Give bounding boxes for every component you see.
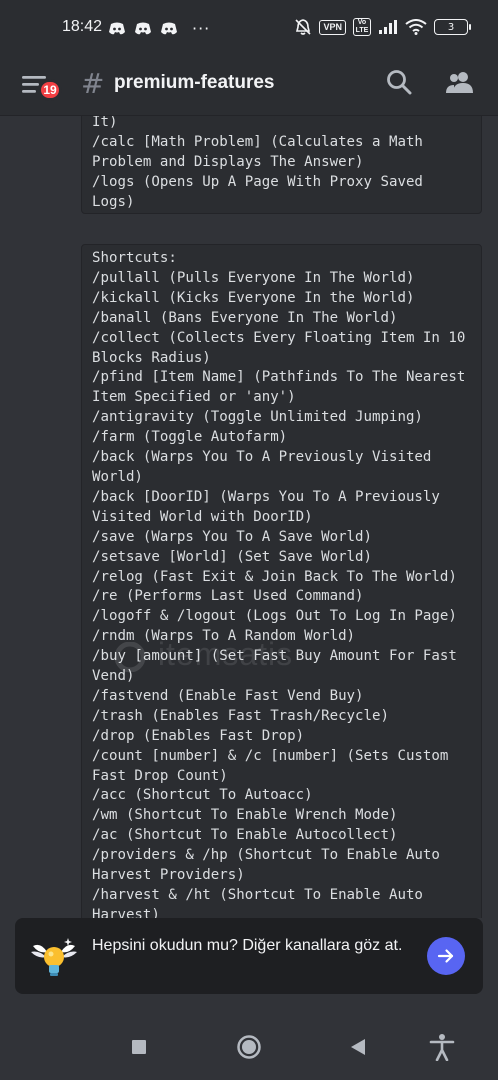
channel-title[interactable]: premium-features (114, 72, 275, 94)
code-line: /relog (Fast Exit & Join Back To The Wor… (92, 568, 457, 585)
code-line: /providers & /hp (Shortcut To Enable Aut… (92, 847, 440, 864)
discord-notification-icon (161, 22, 177, 34)
code-line: /kickall (Kicks Everyone In the World) (92, 289, 415, 306)
status-time: 18:42 (62, 18, 103, 35)
code-line: /re (Performs Last Used Command) (92, 588, 364, 605)
code-line: /banall (Bans Everyone In The World) (92, 309, 398, 326)
volte-icon: Vo LTE (353, 18, 371, 36)
home-button[interactable] (234, 1032, 264, 1062)
next-channel-button[interactable] (427, 937, 465, 975)
discord-notification-icon (135, 22, 151, 34)
channel-hash-icon: # (81, 67, 105, 100)
accessibility-icon (429, 1034, 455, 1061)
code-line: /antigravity (Toggle Unlimited Jumping) (92, 409, 423, 426)
code-line: /fastvend (Enable Fast Vend Buy) (92, 687, 364, 704)
code-line: /calc [Math Problem] (Calculates a Math (92, 133, 423, 150)
code-line: Blocks Radius) (92, 349, 211, 366)
arrow-right-icon (437, 949, 454, 963)
code-line: /farm (Toggle Autofarm) (92, 429, 288, 446)
status-right-icons: VPN Vo LTE 3 (294, 18, 471, 36)
square-icon (132, 1040, 146, 1054)
banner-message: Hepsini okudun mu? Diğer kanallara göz a… (92, 937, 403, 954)
recents-button[interactable] (124, 1032, 154, 1062)
code-block: It) /calc [Math Problem] (Calculates a M… (81, 116, 482, 214)
code-line: /logs (Opens Up A Page With Proxy Saved (92, 173, 423, 190)
code-line: /count [number] & /c [number] (Sets Cust… (92, 747, 449, 764)
code-line: /pfind [Item Name] (Pathfinds To The Nea… (92, 369, 466, 386)
battery-level: 3 (447, 21, 455, 33)
status-left-icons: ··· (108, 19, 210, 38)
search-button[interactable] (386, 69, 414, 97)
code-line: /logoff & /logout (Logs Out To Log In Pa… (92, 608, 457, 625)
code-line: Logs) (92, 193, 135, 210)
code-line: /save (Warps You To A Save World) (92, 528, 373, 545)
status-bar: 18:42 ··· VPN Vo LTE 3 (0, 0, 498, 58)
code-line: Problem and Displays The Answer) (92, 153, 364, 170)
code-line: Shortcuts: (92, 250, 177, 266)
code-line: /acc (Shortcut To Autoacc) (92, 787, 313, 804)
code-block: Shortcuts: /pullall (Pulls Everyone In T… (81, 244, 482, 918)
code-line: It) (92, 116, 118, 130)
code-line: Visited World with DoorID) (92, 508, 313, 525)
code-line: Vend) (92, 668, 135, 685)
discord-notification-icon (109, 22, 125, 34)
wifi-icon (405, 19, 427, 35)
code-line: /pullall (Pulls Everyone In The World) (92, 269, 415, 286)
accessibility-button[interactable] (427, 1032, 457, 1062)
members-icon (446, 72, 473, 93)
code-line: Fast Drop Count) (92, 767, 228, 784)
search-icon (387, 70, 412, 95)
triangle-back-icon (351, 1039, 365, 1055)
code-line: /back (Warps You To A Previously Visited (92, 449, 432, 466)
code-line: Item Specified or 'any') (92, 389, 296, 406)
code-line: /back [DoorID] (Warps You To A Previousl… (92, 488, 440, 505)
signal-icon (379, 20, 397, 34)
message-list[interactable]: It) /calc [Math Problem] (Calculates a M… (0, 116, 498, 918)
code-line: /wm (Shortcut To Enable Wrench Mode) (92, 807, 398, 824)
code-line: /harvest & /ht (Shortcut To Enable Auto (92, 887, 423, 903)
read-all-banner[interactable]: Hepsini okudun mu? Diğer kanallara göz a… (15, 918, 483, 994)
mute-bell-icon (295, 19, 312, 35)
code-line: /ac (Shortcut To Enable Autocollect) (92, 827, 398, 844)
battery-icon: 3 (434, 19, 471, 35)
code-line: /drop (Enables Fast Drop) (92, 727, 305, 744)
back-button[interactable] (343, 1032, 373, 1062)
winged-lightbulb-icon (31, 938, 77, 976)
code-line: /collect (Collects Every Floating Item I… (92, 329, 466, 346)
more-notifications-icon: ··· (192, 19, 211, 38)
code-line: /setsave [World] (Set Save World) (92, 548, 373, 565)
code-line: /trash (Enables Fast Trash/Recycle) (92, 707, 389, 724)
code-line: World) (92, 468, 143, 485)
vpn-icon: VPN (319, 19, 346, 35)
circle-icon (237, 1035, 261, 1059)
code-line: /buy [amount] (Set Fast Buy Amount For F… (92, 648, 457, 665)
notification-badge: 19 (38, 79, 62, 101)
code-line: Harvest Providers) (92, 867, 245, 884)
system-nav-bar (0, 1010, 498, 1080)
channel-header: 19 # premium-features (0, 58, 498, 116)
members-button[interactable] (445, 69, 477, 97)
code-line: Harvest) (92, 906, 160, 918)
code-line: /rndm (Warps To A Random World) (92, 628, 356, 645)
